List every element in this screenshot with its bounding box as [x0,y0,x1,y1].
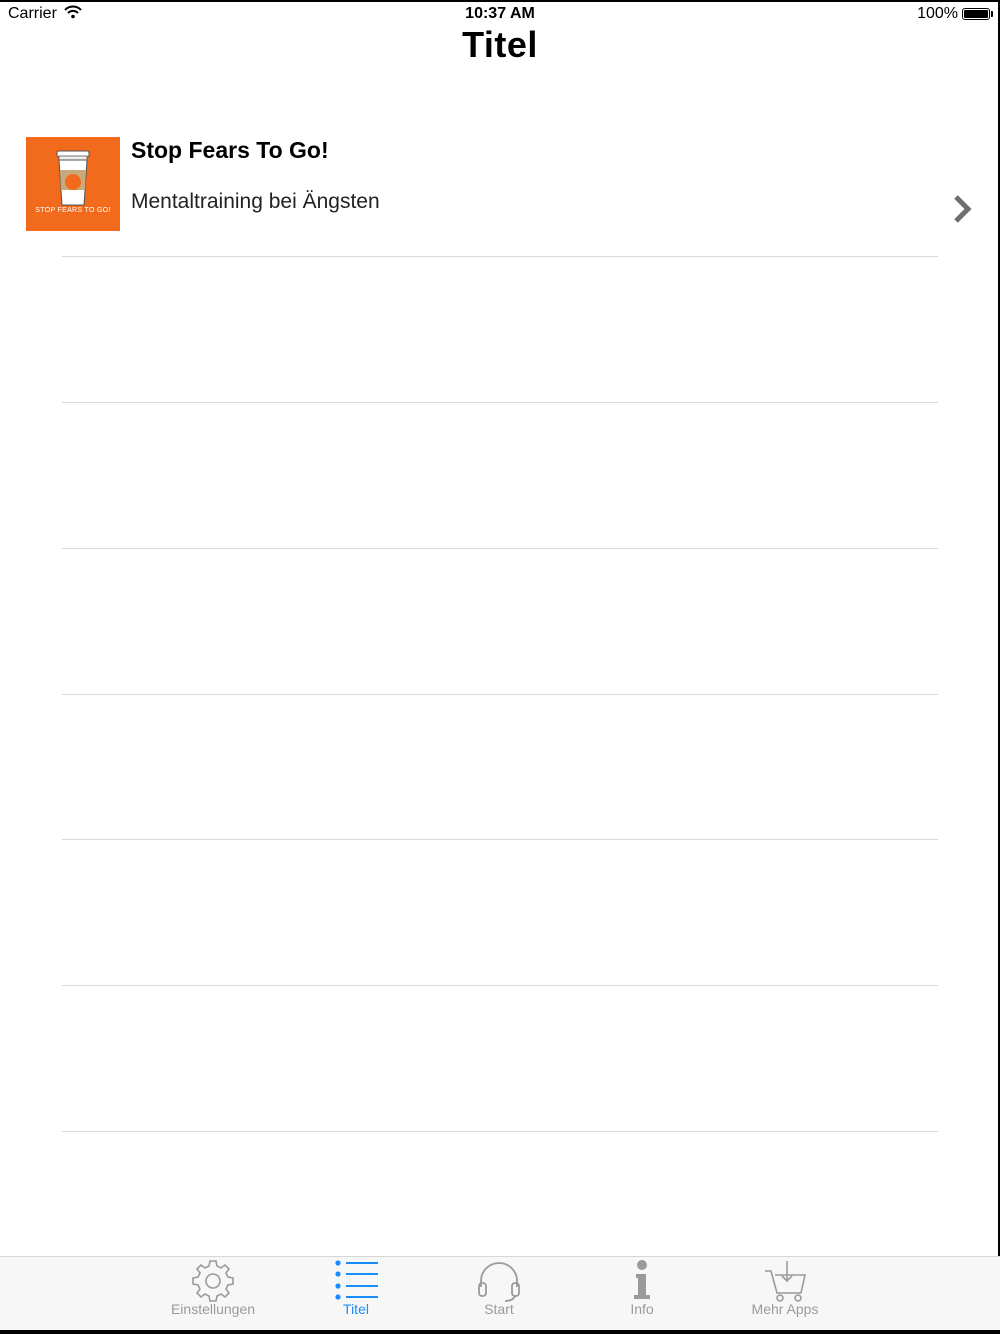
tab-label: Einstellungen [170,1301,256,1317]
battery-percentage: 100% [917,5,958,22]
tab-label: Start [484,1301,514,1317]
cart-icon [765,1261,806,1302]
tab-bar: Einstellungen Titel Start Info Mehr Apps [0,1256,1000,1331]
thumbnail-caption: STOP FEARS TO GO! [35,207,111,214]
tab-mehr-apps[interactable]: Mehr Apps [715,1257,855,1331]
chevron-right-icon [954,195,972,223]
status-time: 10:37 AM [465,5,535,22]
bottom-border [0,1330,1000,1334]
item-title: Stop Fears To Go! [131,137,329,163]
tab-titel[interactable]: Titel [286,1257,426,1331]
row-separator [62,694,938,695]
tab-label: Mehr Apps [751,1301,819,1317]
item-subtitle: Mentaltraining bei Ängsten [131,190,380,213]
app-thumbnail: STOP FEARS TO GO! [26,137,120,231]
row-separator [62,402,938,403]
headphones-icon [478,1262,520,1302]
row-separator [62,985,938,986]
coffee-cup-icon [56,150,90,206]
row-separator [62,256,938,257]
tab-info[interactable]: Info [572,1257,712,1331]
tab-label: Titel [343,1301,369,1317]
info-icon [634,1260,650,1299]
list-item[interactable]: STOP FEARS TO GO! Stop Fears To Go! Ment… [0,118,1000,256]
tab-start[interactable]: Start [429,1257,569,1331]
gear-icon [192,1260,234,1302]
page-title: Titel [462,24,538,65]
battery-nub [991,11,993,17]
tab-einstellungen[interactable]: Einstellungen [143,1257,283,1331]
tab-label: Info [630,1301,654,1317]
battery-icon [962,8,990,20]
list-icon [335,1260,378,1300]
row-separator [62,1131,938,1132]
row-separator [62,839,938,840]
row-separator [62,548,938,549]
